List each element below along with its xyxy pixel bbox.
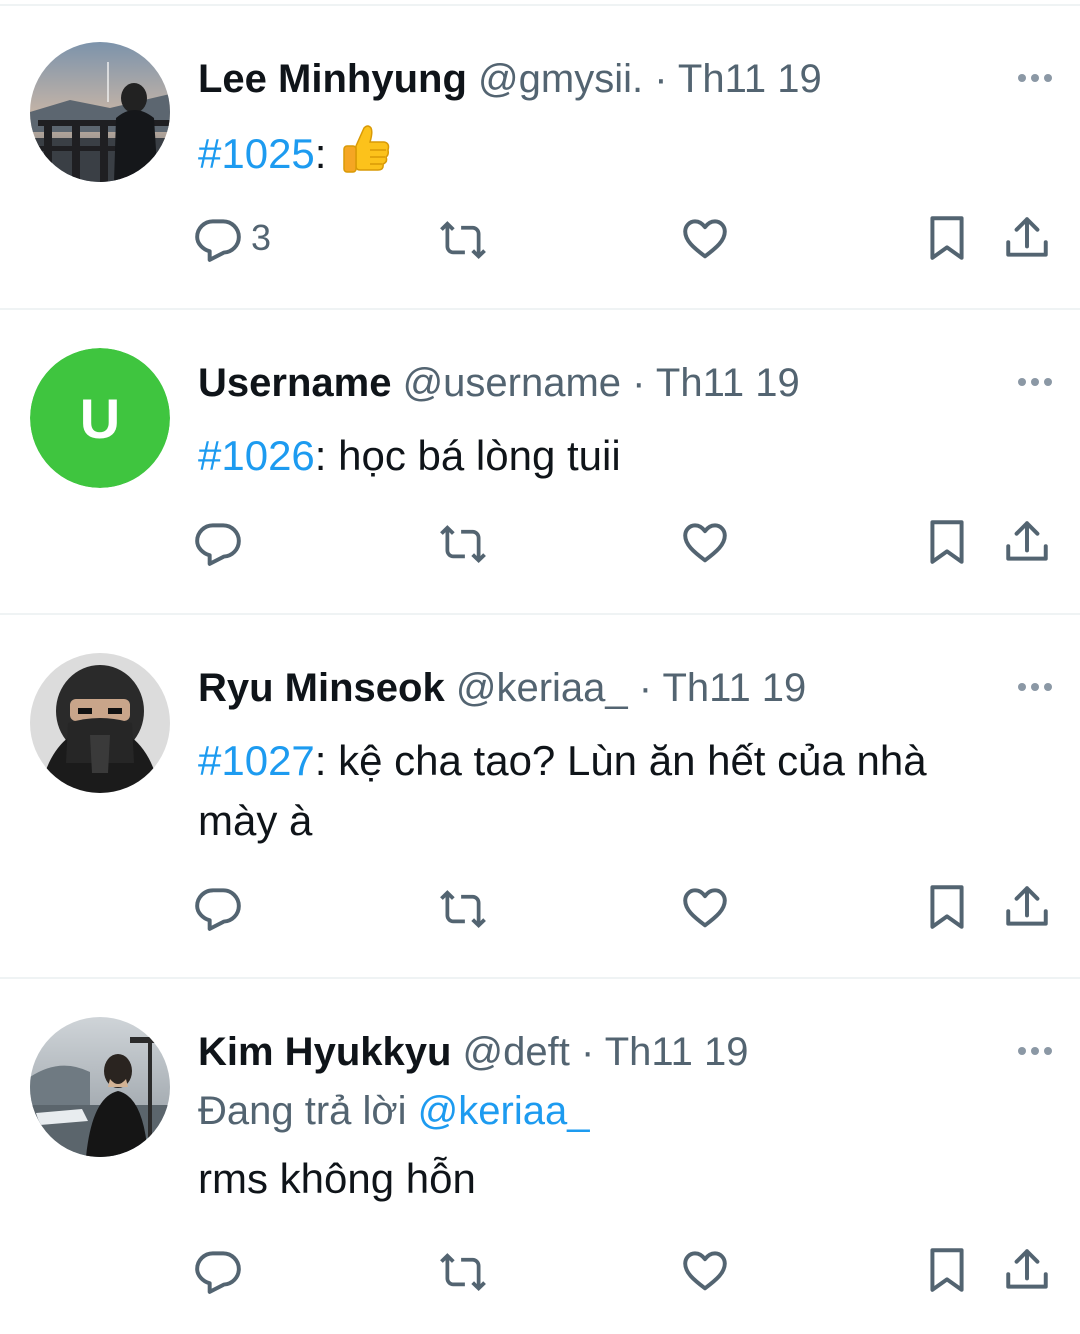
hashtag-link[interactable]: #1026 xyxy=(198,432,315,479)
bookmark-icon xyxy=(930,520,964,564)
reply-count: 3 xyxy=(251,217,272,258)
separator-dot: · xyxy=(638,666,653,710)
like-button[interactable] xyxy=(680,1240,730,1300)
retweet-button[interactable] xyxy=(438,208,488,268)
reply-icon xyxy=(195,888,241,931)
user-handle[interactable]: @keriaa_ xyxy=(456,666,628,710)
like-button[interactable] xyxy=(680,512,730,572)
avatar[interactable]: U xyxy=(30,348,170,488)
avatar[interactable] xyxy=(30,653,170,793)
tweet-text: #1027: kệ cha tao? Lùn ăn hết của nhà mà… xyxy=(198,731,978,851)
like-icon xyxy=(683,523,727,563)
hashtag-link[interactable]: #1025 xyxy=(198,130,315,177)
avatar-letter: U xyxy=(80,387,120,450)
tweet-header: Lee Minhyung @gmysii. · Th11 19 xyxy=(198,54,1050,104)
avatar[interactable] xyxy=(30,1017,170,1157)
tweet-actions: 3 xyxy=(0,208,1080,268)
reply-button[interactable] xyxy=(193,512,251,572)
timestamp[interactable]: Th11 19 xyxy=(662,666,806,710)
tweet-text: #1026: học bá lòng tuii xyxy=(198,426,1050,486)
user-handle[interactable]: @deft xyxy=(463,1030,570,1074)
separator-dot: · xyxy=(632,361,646,405)
like-icon xyxy=(683,219,727,259)
share-button[interactable] xyxy=(1002,512,1052,572)
more-icon[interactable] xyxy=(1013,683,1052,691)
share-icon xyxy=(1006,217,1048,257)
reply-icon xyxy=(195,1251,241,1294)
timestamp[interactable]: Th11 19 xyxy=(605,1030,749,1074)
share-icon xyxy=(1006,1249,1048,1289)
bookmark-button[interactable] xyxy=(922,1240,972,1300)
tweet-actions xyxy=(0,512,1080,572)
separator-dot: · xyxy=(581,1030,595,1074)
more-icon[interactable] xyxy=(1013,378,1052,386)
thumbs-up-emoji xyxy=(343,125,390,173)
reply-button[interactable]: 3 xyxy=(193,208,271,268)
tweet-header: Username @username · Th11 19 xyxy=(198,358,1050,408)
tweet-header: Ryu Minseok @keriaa_ · Th11 19 xyxy=(198,663,1050,713)
share-button[interactable] xyxy=(1002,877,1052,937)
retweet-button[interactable] xyxy=(438,1240,488,1300)
reply-icon xyxy=(195,219,241,262)
retweet-button[interactable] xyxy=(438,877,488,937)
tweet-actions xyxy=(0,1240,1080,1300)
retweet-icon xyxy=(440,221,486,260)
share-icon xyxy=(1006,521,1048,561)
display-name[interactable]: Lee Minhyung xyxy=(198,57,467,101)
bookmark-icon xyxy=(930,885,964,929)
timestamp[interactable]: Th11 19 xyxy=(678,57,822,101)
like-button[interactable] xyxy=(680,877,730,937)
avatar[interactable] xyxy=(30,42,170,182)
reply-icon xyxy=(195,523,241,566)
display-name[interactable]: Kim Hyukkyu xyxy=(198,1030,451,1074)
tweet-text: rms không hỗn xyxy=(198,1155,476,1202)
retweet-icon xyxy=(440,1253,486,1292)
replying-to-label: Đang trả lời xyxy=(198,1089,418,1133)
share-button[interactable] xyxy=(1002,1240,1052,1300)
like-icon xyxy=(683,1251,727,1291)
tweet-header: Kim Hyukkyu @deft · Th11 19 xyxy=(198,1027,1050,1077)
colon: : xyxy=(314,432,327,479)
like-icon xyxy=(683,888,727,928)
tweet[interactable]: Kim Hyukkyu @deft · Th11 19 Đang trả lời… xyxy=(0,979,1080,1334)
reply-button[interactable] xyxy=(193,1240,251,1300)
share-button[interactable] xyxy=(1002,208,1052,268)
colon: : xyxy=(314,130,327,177)
bookmark-button[interactable] xyxy=(922,208,972,268)
retweet-icon xyxy=(440,890,486,929)
hashtag-link[interactable]: #1027 xyxy=(198,737,315,784)
replying-to: Đang trả lời @keriaa_ xyxy=(198,1085,1050,1137)
more-icon[interactable] xyxy=(1013,74,1052,82)
share-icon xyxy=(1006,886,1048,926)
bookmark-icon xyxy=(930,1248,964,1292)
tweet-text: #1025: xyxy=(198,122,1050,184)
tweet-actions xyxy=(0,877,1080,937)
more-icon[interactable] xyxy=(1013,1047,1052,1055)
tweet[interactable]: U Username @username · Th11 19 #1026: họ… xyxy=(0,310,1080,615)
tweet-body: học bá lòng tuii xyxy=(326,432,621,479)
user-handle[interactable]: @username xyxy=(403,361,621,405)
retweet-icon xyxy=(440,525,486,564)
like-button[interactable] xyxy=(680,208,730,268)
colon: : xyxy=(314,737,327,784)
separator-dot: · xyxy=(654,57,668,101)
user-handle[interactable]: @gmysii. xyxy=(478,57,643,101)
retweet-button[interactable] xyxy=(438,512,488,572)
bookmark-button[interactable] xyxy=(922,877,972,937)
mention-link[interactable]: @keriaa_ xyxy=(418,1089,590,1133)
bookmark-icon xyxy=(930,216,964,260)
display-name[interactable]: Username xyxy=(198,361,391,405)
display-name[interactable]: Ryu Minseok xyxy=(198,666,445,710)
tweet[interactable]: Lee Minhyung @gmysii. · Th11 19 #1025: 3 xyxy=(0,6,1080,310)
reply-button[interactable] xyxy=(193,877,251,937)
timestamp[interactable]: Th11 19 xyxy=(656,361,800,405)
bookmark-button[interactable] xyxy=(922,512,972,572)
tweet[interactable]: Ryu Minseok @keriaa_ · Th11 19 #1027: kệ… xyxy=(0,615,1080,979)
